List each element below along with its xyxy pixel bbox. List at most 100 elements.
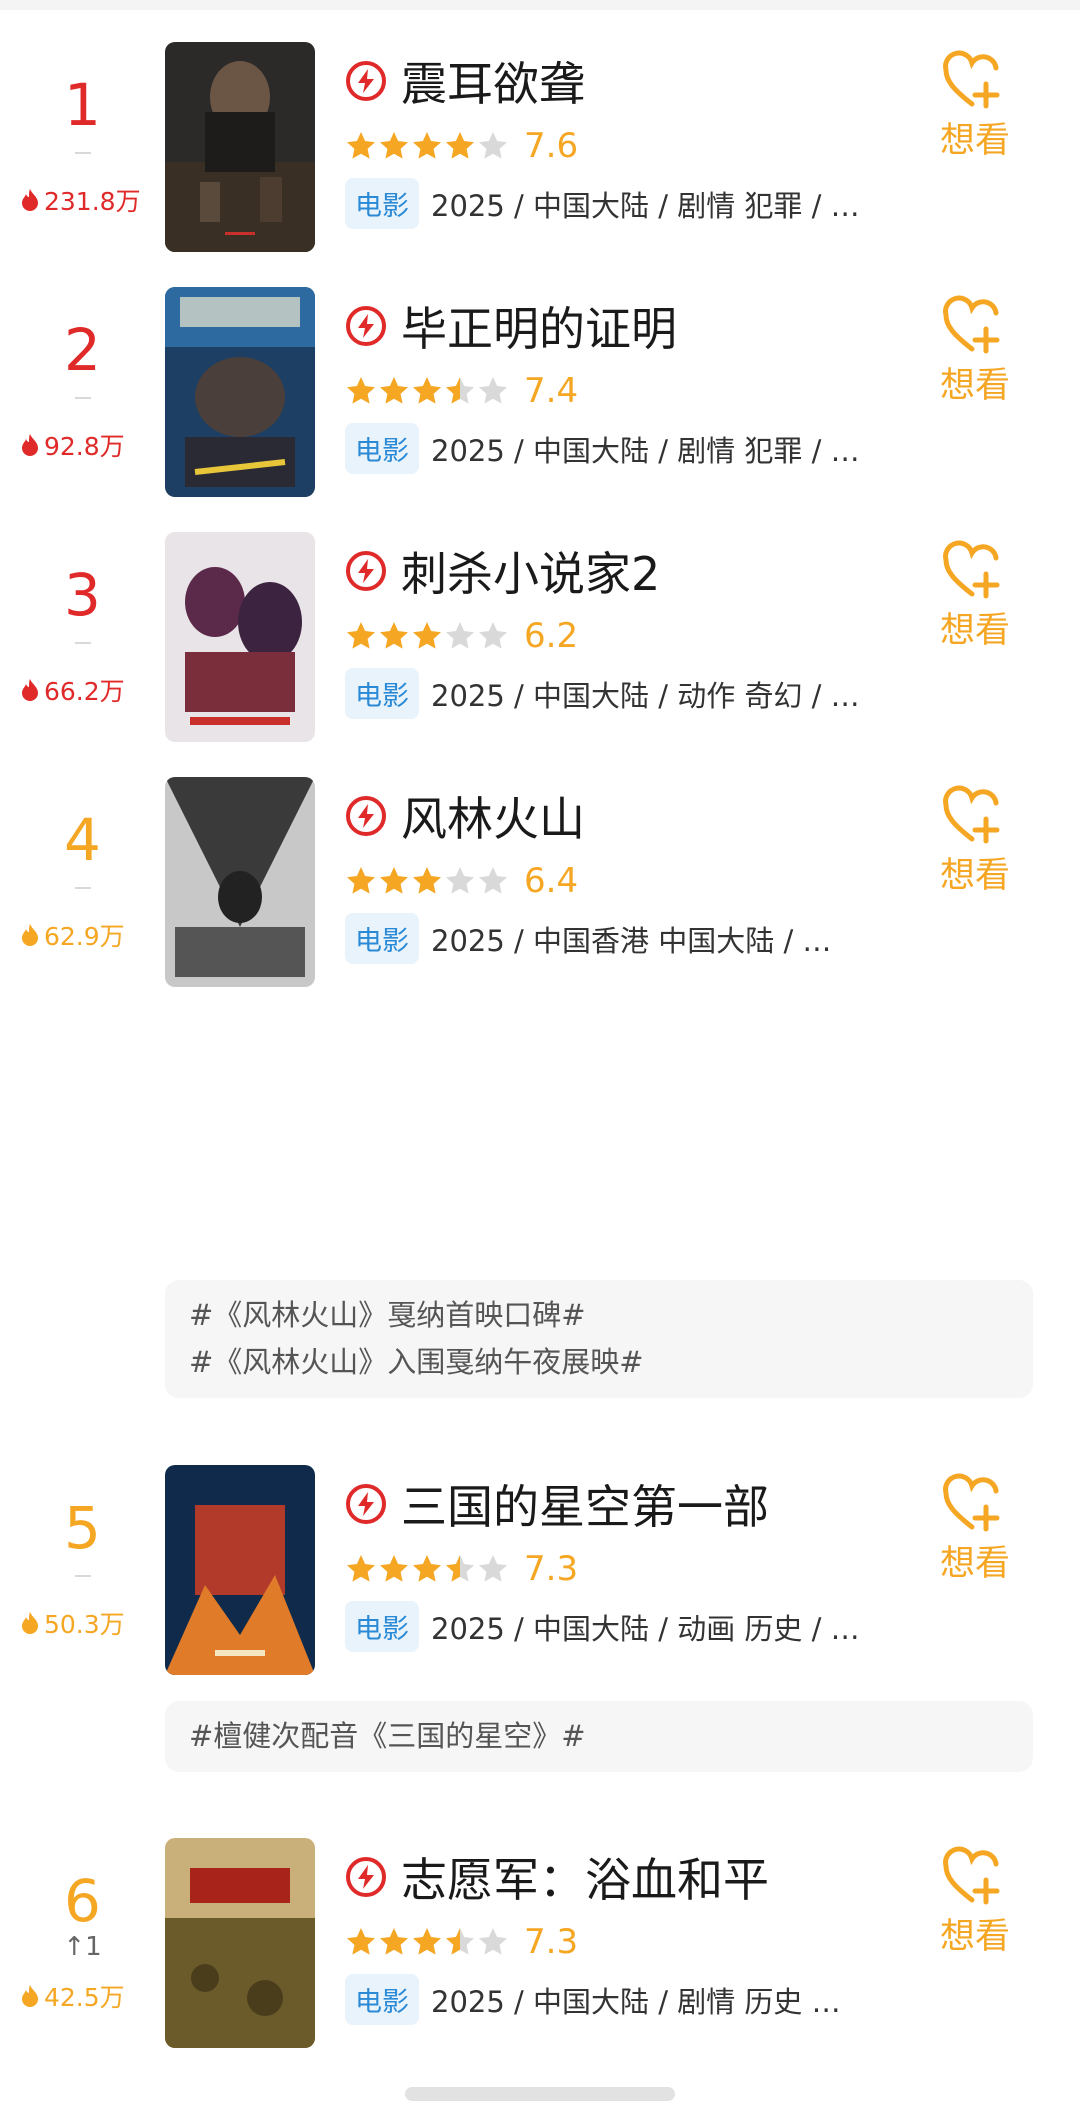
star-full-icon <box>380 1928 408 1955</box>
movie-meta: 2025 / 中国大陆 / 剧情 历史 … <box>431 1984 841 2019</box>
meta-row: 电影 2025 / 中国大陆 / 剧情 历史 … <box>345 1974 841 2025</box>
topic-link[interactable]: #《风林火山》戛纳首映口碑# <box>189 1292 1009 1339</box>
star-empty-icon <box>479 1928 507 1955</box>
heat-text: 42.5万 <box>44 1983 125 2012</box>
heat-text: 231.8万 <box>44 187 141 216</box>
type-tag: 电影 <box>345 423 419 474</box>
meta-row: 电影 2025 / 中国大陆 / 动作 奇幻 / … <box>345 668 860 719</box>
meta-row: 电影 2025 / 中国大陆 / 动画 历史 / … <box>345 1601 860 1652</box>
star-full-icon <box>446 132 474 159</box>
hot-badge-icon <box>346 1484 386 1524</box>
type-tag: 电影 <box>345 668 419 719</box>
star-full-icon <box>380 132 408 159</box>
movie-poster[interactable] <box>165 777 315 987</box>
list-item[interactable]: 3 66.2万 刺杀小说家2 6.2 电影 2025 / 中国大陆 / 动作 奇… <box>0 532 1080 752</box>
rank-change: ↑1 <box>63 1932 102 1962</box>
rating-row: 6.2 <box>345 616 578 656</box>
star-full-icon <box>413 622 441 649</box>
star-rating <box>345 375 510 407</box>
movie-title: 刺杀小说家2 <box>401 547 661 601</box>
movie-poster[interactable] <box>165 532 315 742</box>
star-full-icon <box>413 867 441 894</box>
list-item[interactable]: 1 231.8万 震耳欲聋 7.6 电影 2025 / 中国大陆 / 剧情 犯罪… <box>0 42 1080 262</box>
title-row[interactable]: 刺杀小说家2 <box>345 538 660 604</box>
list-item[interactable]: 6 ↑1 42.5万 志愿军：浴血和平 7.3 电影 2025 / 中国大陆 /… <box>0 1838 1080 2058</box>
title-row[interactable]: 毕正明的证明 <box>345 293 677 359</box>
home-indicator <box>405 2087 675 2101</box>
rank-dash <box>75 1575 91 1577</box>
movie-meta: 2025 / 中国香港 中国大陆 / … <box>431 923 832 958</box>
movie-meta: 2025 / 中国大陆 / 剧情 犯罪 / … <box>431 433 860 468</box>
want-label: 想看 <box>939 611 1010 651</box>
movie-meta: 2025 / 中国大陆 / 剧情 犯罪 / … <box>431 188 860 223</box>
rank-dash <box>75 642 91 644</box>
hot-badge-icon <box>346 796 386 836</box>
flame-icon <box>22 924 38 946</box>
rank-number: 2 <box>64 316 101 384</box>
star-empty-icon <box>446 622 474 649</box>
heat-value: 66.2万 <box>20 672 150 708</box>
movie-poster[interactable] <box>165 42 315 252</box>
star-empty-icon <box>479 622 507 649</box>
star-empty-icon <box>479 377 507 404</box>
topic-link[interactable]: #《风林火山》入围戛纳午夜展映# <box>189 1339 1009 1386</box>
list-item[interactable]: 2 92.8万 毕正明的证明 7.4 电影 2025 / 中国大陆 / 剧情 犯… <box>0 287 1080 507</box>
star-full-icon <box>347 132 375 159</box>
star-full-icon <box>347 867 375 894</box>
star-empty-icon <box>479 1555 507 1582</box>
heart-plus-icon <box>943 785 1000 844</box>
rating-row: 7.3 <box>345 1549 578 1589</box>
want-to-watch-button[interactable]: 想看 <box>925 1844 1025 1959</box>
rating-score: 7.3 <box>524 1922 579 1962</box>
star-rating <box>345 130 510 162</box>
title-row[interactable]: 震耳欲聋 <box>345 48 585 114</box>
heat-text: 62.9万 <box>44 922 125 951</box>
heart-plus-icon <box>943 1473 1000 1532</box>
rank-number: 6 <box>64 1867 101 1935</box>
movie-poster[interactable] <box>165 1838 315 2048</box>
movie-title: 风林火山 <box>401 792 585 846</box>
star-full-icon <box>413 1928 441 1955</box>
list-item[interactable]: 4 62.9万 风林火山 6.4 电影 2025 / 中国香港 中国大陆 / …… <box>0 777 1080 997</box>
flame-icon <box>22 434 38 456</box>
want-to-watch-button[interactable]: 想看 <box>925 783 1025 898</box>
star-full-icon <box>380 867 408 894</box>
star-half-icon <box>446 1555 474 1582</box>
title-row[interactable]: 风林火山 <box>345 783 585 849</box>
want-label: 想看 <box>939 121 1010 161</box>
movie-poster[interactable] <box>165 1465 315 1675</box>
top-bar <box>0 0 1080 10</box>
want-to-watch-button[interactable]: 想看 <box>925 1471 1025 1586</box>
star-half-icon <box>446 1928 474 1955</box>
star-full-icon <box>413 1555 441 1582</box>
title-row[interactable]: 三国的星空第一部 <box>345 1471 769 1537</box>
rank-number: 4 <box>64 806 101 874</box>
want-label: 想看 <box>939 366 1010 406</box>
rank-number: 5 <box>64 1494 101 1562</box>
want-label: 想看 <box>939 1917 1010 1957</box>
hot-badge-icon <box>346 1857 386 1897</box>
movie-meta: 2025 / 中国大陆 / 动作 奇幻 / … <box>431 678 860 713</box>
rating-score: 6.2 <box>524 616 579 656</box>
heat-text: 92.8万 <box>44 432 125 461</box>
list-item[interactable]: 5 50.3万 三国的星空第一部 7.3 电影 2025 / 中国大陆 / 动画… <box>0 1465 1080 1685</box>
rating-row: 6.4 <box>345 861 578 901</box>
star-empty-icon <box>479 867 507 894</box>
heart-plus-icon <box>943 1846 1000 1905</box>
meta-row: 电影 2025 / 中国大陆 / 剧情 犯罪 / … <box>345 178 860 229</box>
topic-link[interactable]: #檀健次配音《三国的星空》# <box>189 1713 1009 1760</box>
want-to-watch-button[interactable]: 想看 <box>925 538 1025 653</box>
star-empty-icon <box>446 867 474 894</box>
rank-dash <box>75 152 91 154</box>
hot-badge-icon <box>346 61 386 101</box>
star-full-icon <box>347 1555 375 1582</box>
heart-plus-icon <box>943 540 1000 599</box>
want-to-watch-button[interactable]: 想看 <box>925 48 1025 163</box>
star-empty-icon <box>479 132 507 159</box>
title-row[interactable]: 志愿军：浴血和平 <box>345 1844 769 1910</box>
want-label: 想看 <box>939 1544 1010 1584</box>
rank-dash <box>75 397 91 399</box>
rating-row: 7.3 <box>345 1922 578 1962</box>
movie-poster[interactable] <box>165 287 315 497</box>
want-to-watch-button[interactable]: 想看 <box>925 293 1025 408</box>
